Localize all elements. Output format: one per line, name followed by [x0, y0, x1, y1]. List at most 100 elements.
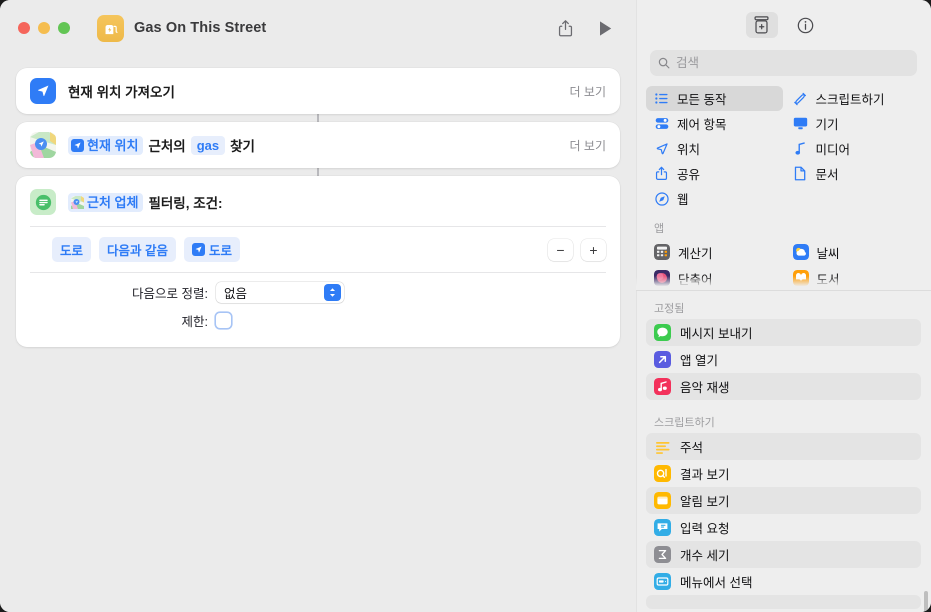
- apps-grid: 계산기 날씨 단축어 도서: [636, 239, 931, 290]
- category-label: 모든 동작: [677, 93, 727, 107]
- category-item-sharing[interactable]: 공유: [646, 161, 783, 186]
- category-grid-filler: [785, 186, 922, 211]
- limit-checkbox[interactable]: [216, 313, 231, 328]
- library-item-label: 개수 세기: [680, 549, 730, 563]
- minimize-button[interactable]: [38, 22, 50, 34]
- maximize-button[interactable]: [58, 22, 70, 34]
- run-button[interactable]: [590, 13, 620, 43]
- comment-icon: [654, 438, 671, 455]
- library-item-label: 입력 요청: [680, 522, 730, 536]
- action-card-search-nearby[interactable]: 현재 위치 근처의 gas 찾기 더 보기: [16, 122, 620, 168]
- app-item-shortcuts[interactable]: 단축어: [646, 265, 783, 290]
- apps-section-clip: 계산기 날씨 단축어 도서: [636, 239, 931, 290]
- filter-card-header: 근처 업체 필터링, 조건:: [16, 176, 620, 226]
- shortcut-editor-pane: Gas On This Street 현재 위치 가져오기 더 보기 현재 위치…: [0, 0, 636, 612]
- show-more-button[interactable]: 더 보기: [570, 83, 606, 100]
- library-scroll-area[interactable]: 고정됨 메시지 보내기 앱 열기 음악 재생 스크립트하기 주석 결과 보기 알…: [636, 291, 931, 612]
- scripting-icon: [793, 92, 808, 106]
- share-button[interactable]: [550, 13, 580, 43]
- show-more-button[interactable]: 더 보기: [570, 137, 606, 154]
- window-title: Gas On This Street: [134, 20, 267, 36]
- app-label: 계산기: [678, 246, 713, 261]
- category-item-documents[interactable]: 문서: [785, 161, 922, 186]
- app-item-books[interactable]: 도서: [785, 265, 922, 290]
- category-item-media[interactable]: 미디어: [785, 136, 922, 161]
- category-label: 미디어: [815, 143, 851, 157]
- filter-title-row: 근처 업체 필터링, 조건:: [68, 192, 223, 212]
- category-item-web[interactable]: 웹: [646, 186, 783, 211]
- library-item-label: 알림 보기: [680, 495, 730, 509]
- query-field[interactable]: gas: [190, 135, 226, 155]
- app-label: 단축어: [678, 272, 713, 287]
- sidebar-scrollbar[interactable]: [924, 591, 928, 612]
- category-item-location[interactable]: 위치: [646, 136, 783, 161]
- library-item-choose-from-menu[interactable]: 메뉴에서 선택: [646, 568, 921, 595]
- app-label: 날씨: [816, 246, 840, 261]
- variable-token-nearby-places[interactable]: 근처 업체: [68, 192, 144, 212]
- window-titlebar: Gas On This Street: [0, 0, 636, 56]
- filter-field-select[interactable]: 도로: [52, 237, 92, 262]
- close-button[interactable]: [18, 22, 30, 34]
- chevron-updown-icon: [324, 284, 341, 301]
- library-item-label: 앱 열기: [680, 354, 718, 368]
- sort-by-select[interactable]: 없음: [216, 282, 344, 303]
- sidebar-toolbar: [636, 0, 931, 50]
- shortcut-app-icon: [97, 14, 124, 42]
- condition-buttons: − +: [548, 238, 606, 261]
- scripting-section-title: 스크립트하기: [654, 417, 715, 429]
- search-container: [636, 50, 931, 86]
- filter-value-token[interactable]: 도로: [184, 237, 241, 262]
- library-item-label: 메뉴에서 선택: [680, 576, 753, 590]
- open-app-icon: [654, 351, 671, 368]
- safari-compass-icon: [654, 191, 669, 206]
- search-field[interactable]: [650, 50, 917, 76]
- list-bullet-icon: [654, 93, 669, 104]
- action-text-end: 찾기: [230, 139, 255, 154]
- category-label: 웹: [677, 193, 689, 207]
- maps-icon: [30, 132, 56, 158]
- library-item-show-alert[interactable]: 알림 보기: [646, 487, 921, 514]
- category-label: 제어 항목: [677, 118, 727, 132]
- category-item-all-actions[interactable]: 모든 동작: [646, 86, 783, 111]
- search-input[interactable]: [676, 56, 909, 70]
- add-condition-button[interactable]: +: [581, 238, 606, 261]
- library-item-open-app[interactable]: 앱 열기: [646, 346, 921, 373]
- action-card-get-current-location[interactable]: 현재 위치 가져오기 더 보기: [16, 68, 620, 114]
- action-title: 현재 위치 가져오기: [68, 85, 175, 100]
- category-label: 스크립트하기: [815, 93, 885, 107]
- category-label: 공유: [677, 168, 701, 182]
- library-item-quick-look[interactable]: 결과 보기: [646, 460, 921, 487]
- library-item-send-message[interactable]: 메시지 보내기: [646, 319, 921, 346]
- traffic-light-buttons[interactable]: [18, 22, 70, 34]
- library-item-play-music[interactable]: 음악 재생: [646, 373, 921, 400]
- books-app-icon: [792, 270, 809, 286]
- app-item-calculator[interactable]: 계산기: [646, 239, 783, 265]
- category-item-devices[interactable]: 기기: [785, 111, 922, 136]
- share-up-icon: [654, 166, 669, 181]
- weather-app-icon: [792, 244, 809, 260]
- limit-row: 제한:: [16, 311, 606, 330]
- action-card-filter[interactable]: 근처 업체 필터링, 조건: 도로 다음과 같음 도로 − + 다음으로 정렬:…: [16, 176, 620, 347]
- library-item-ask-for-input[interactable]: 입력 요청: [646, 514, 921, 541]
- category-item-scripting[interactable]: 스크립트하기: [785, 86, 922, 111]
- category-item-controls[interactable]: 제어 항목: [646, 111, 783, 136]
- library-item-count[interactable]: 개수 세기: [646, 541, 921, 568]
- count-icon: [654, 546, 671, 563]
- add-action-icon[interactable]: [745, 12, 778, 38]
- app-item-weather[interactable]: 날씨: [785, 239, 922, 265]
- maps-icon: [71, 195, 84, 209]
- token-label: 근처 업체: [87, 194, 139, 210]
- music-note-icon: [793, 141, 808, 156]
- variable-token-current-location[interactable]: 현재 위치: [68, 135, 144, 155]
- remove-condition-button[interactable]: −: [548, 238, 573, 261]
- library-item-partial[interactable]: [646, 595, 921, 609]
- category-grid: 모든 동작 스크립트하기 제어 항목 기기 위치 미디어 공유 문서 웹: [636, 86, 931, 211]
- sort-by-value: 없음: [224, 287, 248, 301]
- info-icon[interactable]: [790, 12, 822, 38]
- library-item-label: 음악 재생: [680, 381, 730, 395]
- library-item-comment[interactable]: 주석: [646, 433, 921, 460]
- location-arrow-icon: [71, 138, 84, 152]
- choose-menu-icon: [654, 573, 671, 590]
- filter-icon: [30, 189, 56, 215]
- filter-operator-select[interactable]: 다음과 같음: [99, 237, 176, 262]
